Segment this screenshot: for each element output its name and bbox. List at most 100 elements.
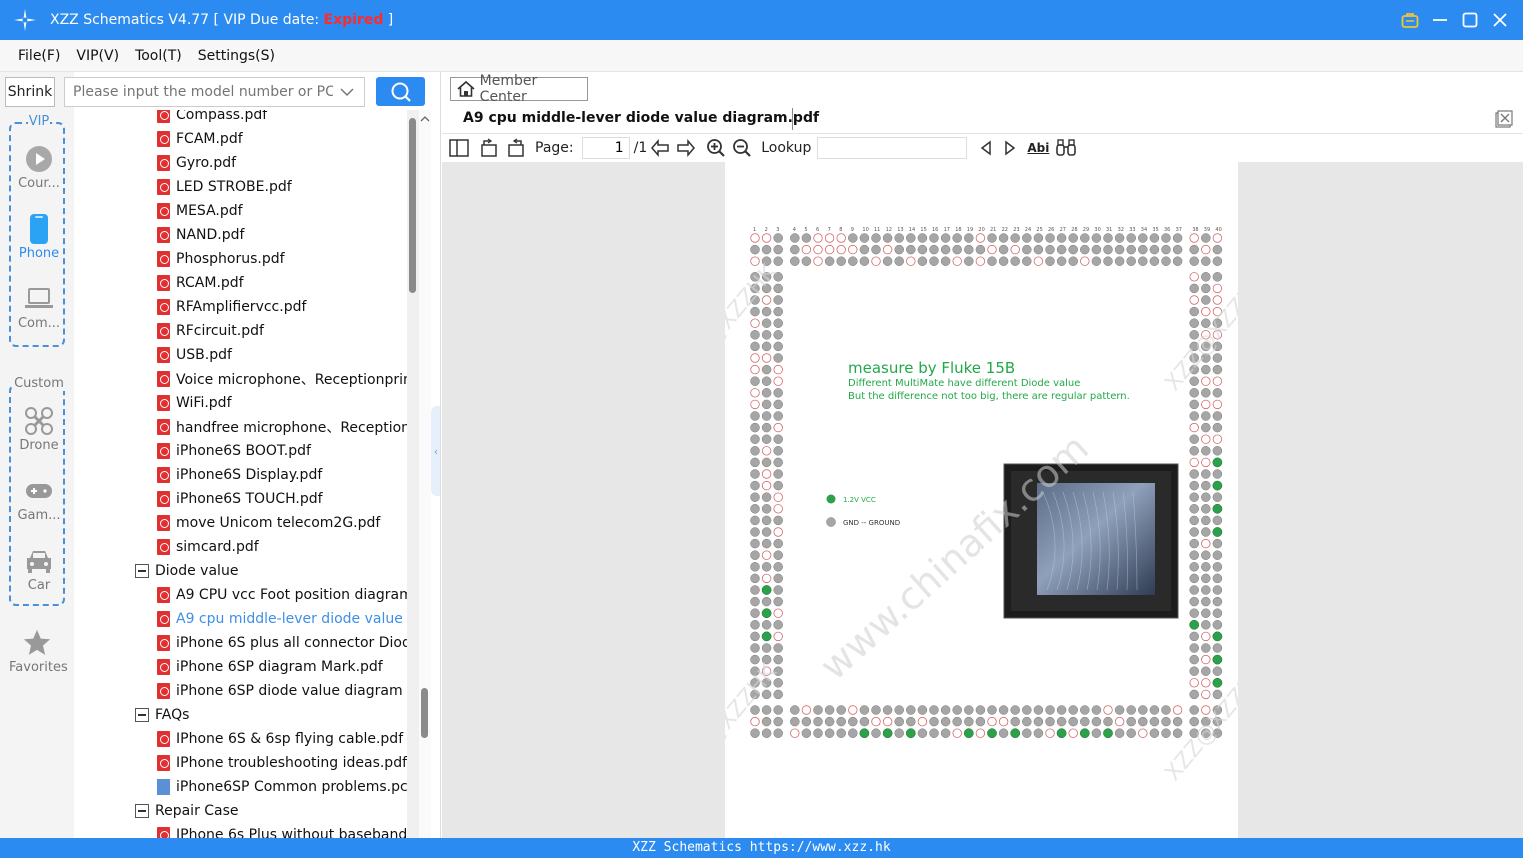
tree-item-label: handfree microphone、Reception|	[176, 420, 407, 436]
zoom-out-icon[interactable]	[731, 137, 753, 159]
page-number-input[interactable]	[581, 137, 630, 159]
nav-drone[interactable]: Drone	[11, 406, 67, 453]
search-input[interactable]	[73, 84, 333, 100]
pad-circle	[790, 728, 800, 738]
tree-scrollbar[interactable]	[407, 110, 419, 838]
collapse-folder-icon[interactable]	[135, 804, 149, 818]
tree-file[interactable]: MESA.pdf	[75, 199, 407, 223]
tree-file[interactable]: WiFi.pdf	[75, 391, 407, 415]
tree-file[interactable]: iPhone 6SP diagram Mark.pdf	[75, 655, 407, 679]
prev-page-icon[interactable]	[649, 137, 671, 159]
tree-item-label: iPhone6SP Common problems.pcb	[176, 779, 407, 795]
tree-file[interactable]: Voice microphone、Receptionprin	[75, 367, 407, 391]
collapse-folder-icon[interactable]	[135, 564, 149, 578]
pad-circle	[1189, 504, 1199, 514]
chevron-down-icon[interactable]	[340, 87, 354, 97]
pad-circle	[773, 295, 783, 305]
menu-tool[interactable]: Tool(T)	[135, 48, 182, 64]
pad-circle	[773, 480, 783, 491]
menu-file[interactable]: File(F)	[18, 48, 60, 64]
close-document-icon[interactable]	[1495, 110, 1513, 128]
tree-file[interactable]: iPhone 6S plus all connector Diode	[75, 631, 407, 655]
search-button[interactable]	[376, 77, 425, 106]
tree-folder[interactable]: FAQs	[75, 703, 407, 727]
tree-item-label: move Unicom telecom2G.pdf	[176, 515, 381, 531]
tree-file[interactable]: LED STROBE.pdf	[75, 175, 407, 199]
collapse-folder-icon[interactable]	[135, 708, 149, 722]
tree-file[interactable]: simcard.pdf	[75, 535, 407, 559]
find-prev-icon[interactable]	[977, 137, 995, 159]
tree-item-label: simcard.pdf	[176, 539, 259, 555]
rotate-right-icon[interactable]	[505, 137, 527, 159]
lookup-input[interactable]	[817, 137, 968, 159]
rotate-left-icon[interactable]	[478, 137, 500, 159]
find-next-icon[interactable]	[1001, 137, 1019, 159]
tree-file[interactable]: Gyro.pdf	[75, 151, 407, 175]
tree-file[interactable]: IPhone 6S & 6sp flying cable.pdf	[75, 727, 407, 751]
vip-bag-icon[interactable]	[1395, 0, 1425, 40]
menu-vip[interactable]: VIP(V)	[76, 48, 119, 64]
pad-circle	[1010, 716, 1020, 727]
minimize-button[interactable]	[1425, 0, 1455, 40]
next-page-icon[interactable]	[675, 137, 697, 159]
tree-file[interactable]: RFcircuit.pdf	[75, 319, 407, 343]
pad-circle	[882, 705, 893, 715]
menu-settings[interactable]: Settings(S)	[198, 48, 275, 64]
pad-circle	[1114, 716, 1125, 727]
nav-game[interactable]: Gam...	[11, 476, 67, 523]
scroll-up-icon[interactable]	[419, 114, 431, 124]
nav-favorites[interactable]: Favorites	[9, 628, 68, 675]
tree-file[interactable]: NAND.pdf	[75, 223, 407, 247]
tree-scrollbar-secondary-thumb[interactable]	[421, 688, 428, 738]
tree-folder[interactable]: Repair Case	[75, 799, 407, 823]
tree-file[interactable]: iPhone6S Display.pdf	[75, 463, 407, 487]
sidebar-toggle-icon[interactable]	[448, 137, 470, 159]
tree-folder[interactable]: Diode value	[75, 559, 407, 583]
document-tab[interactable]: A9 cpu middle-lever diode value diagram.…	[463, 110, 819, 126]
pad-circle	[1149, 233, 1160, 243]
tree-file[interactable]: IPhone troubleshooting ideas.pdf	[75, 751, 407, 775]
tree-file[interactable]: FCAM.pdf	[75, 127, 407, 151]
tree-file[interactable]: RCAM.pdf	[75, 271, 407, 295]
tree-file[interactable]: handfree microphone、Reception|	[75, 415, 407, 439]
tree-file[interactable]: Phosphorus.pdf	[75, 247, 407, 271]
tree-scrollbar-secondary[interactable]	[419, 110, 431, 838]
nav-phone[interactable]: Phone	[11, 214, 67, 261]
pdf-viewer[interactable]: 1122334455667788991010111112121313141415…	[442, 162, 1523, 838]
tree-item-label: FCAM.pdf	[176, 131, 243, 147]
pad-circle	[1201, 272, 1211, 282]
shrink-button[interactable]: Shrink	[5, 77, 55, 107]
pad-circle	[929, 256, 939, 266]
tree-file[interactable]: USB.pdf	[75, 343, 407, 367]
match-case-button[interactable]: Abi	[1027, 137, 1049, 159]
pad-circle	[750, 446, 760, 456]
tree-file[interactable]: A9 cpu middle-lever diode value d	[75, 607, 407, 631]
tree-file[interactable]: iPhone6S TOUCH.pdf	[75, 487, 407, 511]
tree-file[interactable]: move Unicom telecom2G.pdf	[75, 511, 407, 535]
pad-circle	[906, 233, 916, 243]
tree-file[interactable]: RFAmplifiervcc.pdf	[75, 295, 407, 319]
binoculars-icon[interactable]	[1055, 137, 1077, 159]
pad-circle	[1212, 515, 1223, 526]
pad-circle	[987, 716, 997, 727]
maximize-button[interactable]	[1455, 0, 1485, 40]
tree-scrollbar-thumb[interactable]	[409, 118, 416, 293]
play-icon	[24, 144, 54, 174]
tree-file[interactable]: iPhone6S BOOT.pdf	[75, 439, 407, 463]
tree-file[interactable]: IPhone 6s Plus without baseband	[75, 823, 407, 838]
nav-course[interactable]: Cour...	[11, 144, 67, 191]
tree-file[interactable]: iPhone6SP Common problems.pcb	[75, 775, 407, 799]
column-number: 26	[1048, 227, 1054, 233]
pad-circle	[1033, 233, 1044, 243]
zoom-in-icon[interactable]	[705, 137, 727, 159]
member-center-button[interactable]: Member Center	[450, 73, 588, 105]
tree-file[interactable]: A9 CPU vcc Foot position diagram.	[75, 583, 407, 607]
pdf-file-icon	[157, 683, 170, 699]
pdf-file-icon	[157, 275, 170, 291]
column-number: 33	[1129, 227, 1135, 233]
tree-file[interactable]: Compass.pdf	[75, 110, 407, 127]
tree-file[interactable]: iPhone 6SP diode value diagram d	[75, 679, 407, 703]
close-button[interactable]	[1485, 0, 1515, 40]
nav-computer[interactable]: Com...	[11, 284, 67, 331]
nav-car[interactable]: Car	[11, 546, 67, 593]
